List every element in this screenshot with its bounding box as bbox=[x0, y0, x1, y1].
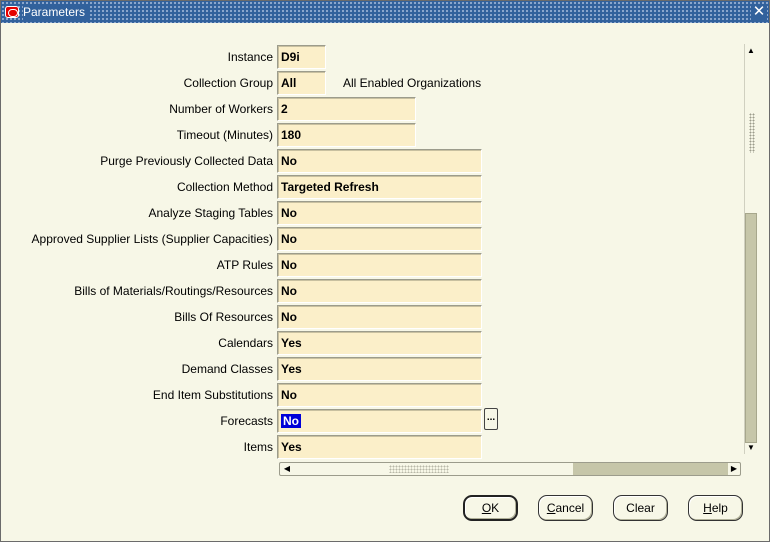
field-analyze-staging-tables[interactable]: No bbox=[277, 201, 482, 225]
title-bar[interactable]: Parameters ✕ bbox=[1, 1, 769, 23]
label-end-item-substitutions: End Item Substitutions bbox=[152, 388, 273, 402]
label-demand-classes: Demand Classes bbox=[181, 362, 273, 376]
field-items[interactable]: Yes bbox=[277, 435, 482, 459]
field-purge-previously-collected-data[interactable]: No bbox=[277, 149, 482, 173]
ok-button[interactable]: OK bbox=[463, 495, 518, 521]
ok-mnemonic: O bbox=[481, 501, 492, 515]
label-number-of-workers: Number of Workers bbox=[169, 102, 273, 116]
help-label-rest: elp bbox=[711, 501, 728, 515]
help-button[interactable]: Help bbox=[688, 495, 743, 521]
label-instance: Instance bbox=[227, 50, 273, 64]
field-bills-of-materials[interactable]: No bbox=[277, 279, 482, 303]
list-of-values-button[interactable]: ... bbox=[484, 408, 498, 430]
label-forecasts: Forecasts bbox=[220, 414, 273, 428]
field-forecasts[interactable]: No bbox=[277, 409, 482, 433]
ok-label-rest: K bbox=[491, 501, 500, 515]
label-atp-rules: ATP Rules bbox=[216, 258, 273, 272]
arrow-down-icon[interactable]: ▼ bbox=[745, 442, 757, 454]
label-calendars: Calendars bbox=[218, 336, 273, 350]
label-collection-method: Collection Method bbox=[176, 180, 273, 194]
label-approved-supplier-lists: Approved Supplier Lists (Supplier Capaci… bbox=[31, 232, 273, 246]
clear-button[interactable]: Clear bbox=[613, 495, 668, 521]
parameters-window: Parameters ✕ Instance D9i Collection Gro… bbox=[0, 0, 770, 542]
field-collection-method[interactable]: Targeted Refresh bbox=[277, 175, 482, 199]
horizontal-scroll-thumb[interactable] bbox=[573, 463, 728, 475]
help-mnemonic: H bbox=[703, 501, 712, 515]
cancel-label-rest: ancel bbox=[555, 501, 585, 515]
collection-group-description: All Enabled Organizations bbox=[343, 76, 482, 90]
field-end-item-substitutions[interactable]: No bbox=[277, 383, 482, 407]
window-title: Parameters bbox=[23, 4, 90, 20]
field-approved-supplier-lists[interactable]: No bbox=[277, 227, 482, 251]
close-icon[interactable]: ✕ bbox=[751, 4, 767, 20]
arrow-up-icon[interactable]: ▲ bbox=[745, 45, 757, 57]
field-atp-rules[interactable]: No bbox=[277, 253, 482, 277]
field-demand-classes[interactable]: Yes bbox=[277, 357, 482, 381]
label-bills-of-materials: Bills of Materials/Routings/Resources bbox=[74, 284, 273, 298]
selected-value: No bbox=[281, 414, 301, 428]
scroll-grip bbox=[749, 113, 755, 153]
cancel-button[interactable]: Cancel bbox=[538, 495, 593, 521]
field-timeout[interactable]: 180 bbox=[277, 123, 416, 147]
label-analyze-staging-tables: Analyze Staging Tables bbox=[148, 206, 273, 220]
field-calendars[interactable]: Yes bbox=[277, 331, 482, 355]
label-collection-group: Collection Group bbox=[183, 76, 273, 90]
arrow-right-icon[interactable]: ▶ bbox=[728, 463, 740, 475]
label-bills-of-resources: Bills Of Resources bbox=[174, 310, 273, 324]
field-collection-group[interactable]: All bbox=[277, 71, 326, 95]
field-bills-of-resources[interactable]: No bbox=[277, 305, 482, 329]
vertical-scroll-thumb[interactable] bbox=[745, 213, 757, 443]
oracle-logo-icon bbox=[5, 6, 19, 18]
label-items: Items bbox=[243, 440, 273, 454]
label-purge-previously-collected-data: Purge Previously Collected Data bbox=[100, 154, 273, 168]
field-instance[interactable]: D9i bbox=[277, 45, 326, 69]
arrow-left-icon[interactable]: ◀ bbox=[281, 463, 293, 475]
horizontal-scroll-grip bbox=[389, 465, 449, 473]
field-number-of-workers[interactable]: 2 bbox=[277, 97, 416, 121]
label-timeout: Timeout (Minutes) bbox=[176, 128, 273, 142]
